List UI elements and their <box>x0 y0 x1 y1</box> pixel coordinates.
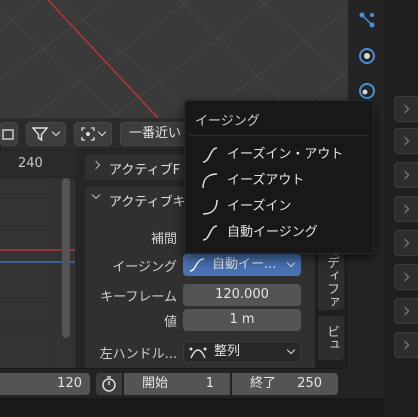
keyframe-label: キーフレーム <box>100 290 177 305</box>
chevron-down-icon <box>91 190 101 200</box>
left-handle-label: 左ハンドル... <box>99 347 177 362</box>
stopwatch-icon <box>102 376 116 392</box>
expand-tab[interactable] <box>394 96 418 122</box>
graph-nodes-icon[interactable] <box>357 10 377 30</box>
chevron-right-icon <box>91 160 101 170</box>
select-box-icon <box>2 129 14 140</box>
pivot-icon <box>81 127 95 141</box>
current-frame-field[interactable]: 120 <box>0 373 90 395</box>
ease-in-out-icon <box>202 147 218 163</box>
filter-icon <box>32 127 48 142</box>
start-value: 1 <box>205 376 214 391</box>
interpolation-label: 補間 <box>150 232 177 247</box>
keyframe-field[interactable]: 120.000 <box>183 284 301 306</box>
easing-label: イージング <box>112 260 177 275</box>
menu-item-label: 自動イージング <box>227 225 318 240</box>
handle-aligned-icon <box>189 347 207 359</box>
timeline-bar: 120 開始 1 終了 250 <box>0 368 348 398</box>
menu-item-label: イーズイン・アウト <box>227 147 344 162</box>
expand-tab[interactable] <box>394 298 418 324</box>
easing-popup-menu: イージング イーズイン・アウト イーズアウト イーズイン 自動イージング <box>184 100 374 254</box>
physics-icon[interactable] <box>357 80 377 100</box>
expand-tab[interactable] <box>394 230 418 256</box>
value-field[interactable]: 1 m <box>183 309 301 331</box>
expand-tab[interactable] <box>394 264 418 290</box>
chevron-down-icon <box>51 127 61 137</box>
menu-item-ease-in-out[interactable]: イーズイン・アウト <box>189 142 369 168</box>
expand-tab[interactable] <box>394 162 418 188</box>
end-frame-field[interactable]: 終了 250 <box>232 373 338 395</box>
expand-tab[interactable] <box>394 332 418 358</box>
menu-item-ease-out[interactable]: イーズアウト <box>189 168 369 194</box>
menu-item-label: イーズアウト <box>227 173 305 188</box>
value-label: 値 <box>163 315 177 330</box>
popup-title: イージング <box>195 114 260 129</box>
ease-out-icon <box>202 173 218 189</box>
chevron-down-icon <box>286 345 296 355</box>
vertical-scrollbar[interactable] <box>62 178 70 338</box>
preview-range-button[interactable] <box>96 373 122 395</box>
tab-view[interactable]: ビュ <box>318 316 344 360</box>
easing-curve-icon <box>189 258 205 272</box>
easing-value: 自動イー... <box>212 257 277 272</box>
target-icon[interactable] <box>357 46 377 66</box>
expand-tab[interactable] <box>394 128 418 154</box>
filter-dropdown[interactable] <box>26 122 66 146</box>
left-handle-value: 整列 <box>214 344 241 359</box>
ease-in-icon <box>202 199 218 215</box>
menu-item-auto-easing[interactable]: 自動イージング <box>189 220 369 246</box>
menu-item-ease-in[interactable]: イーズイン <box>189 194 369 220</box>
end-value: 250 <box>297 376 322 391</box>
chevron-down-icon <box>286 258 296 268</box>
easing-dropdown[interactable]: 自動イー... <box>183 254 301 276</box>
select-box-button[interactable] <box>0 122 18 146</box>
left-handle-dropdown[interactable]: 整列 <box>183 341 301 363</box>
chevron-down-icon <box>97 127 107 137</box>
menu-item-label: イーズイン <box>227 199 292 214</box>
ruler-frame-number: 240 <box>18 156 43 171</box>
panel-title: アクティブF <box>109 163 181 178</box>
expand-tab[interactable] <box>394 196 418 222</box>
pivot-dropdown[interactable] <box>74 122 112 146</box>
properties-tab-column <box>384 0 418 417</box>
auto-easing-icon <box>202 225 218 241</box>
x-axis-line <box>47 0 159 118</box>
graph-area[interactable]: 240 <box>0 150 75 368</box>
status-bar <box>0 398 384 417</box>
start-label: 開始 <box>142 376 169 391</box>
end-label: 終了 <box>250 376 277 391</box>
start-frame-field[interactable]: 開始 1 <box>124 373 230 395</box>
popup-separator <box>189 135 369 136</box>
frame-ruler[interactable]: 240 <box>0 150 75 178</box>
panel-title: アクティブキ <box>109 195 186 210</box>
